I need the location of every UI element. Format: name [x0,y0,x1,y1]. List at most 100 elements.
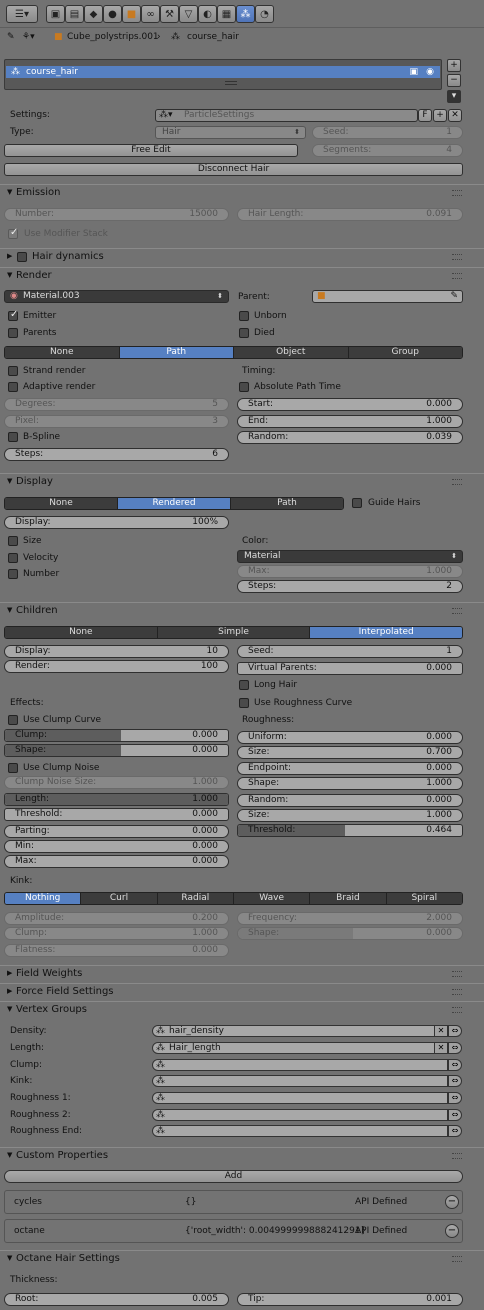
list-menu-button[interactable]: ▾ [447,90,461,103]
force-field-panel-header[interactable]: ▶ Force Field Settings [0,983,484,999]
invert-group-icon[interactable]: ⇔ [448,1025,462,1037]
b-spline-checkbox[interactable] [8,432,18,442]
vertex-group-field[interactable]: ⁂ [152,1109,448,1121]
vertex-group-field[interactable]: ⁂ [152,1092,448,1104]
tab-nothing[interactable]: Nothing [5,893,82,904]
editor-type-icon[interactable]: ☰▾ [6,5,38,23]
add-property-button[interactable]: Add [4,1170,463,1183]
rough-random-field[interactable]: Random: 0.000 [237,794,463,807]
vertex-group-field[interactable]: ⁂ [152,1059,448,1071]
clear-group-icon[interactable]: ✕ [434,1025,448,1037]
render-layers-icon[interactable]: ▤ [65,5,84,23]
number-field[interactable]: Number: 15000 [4,208,229,221]
settings-browse-icon[interactable]: ⁂▾ [159,110,173,121]
color-dropdown[interactable]: Material ⬍ [237,550,463,563]
list-item[interactable]: ⁂ course_hair ▣ ◉ [6,66,440,78]
uniform-field[interactable]: Uniform: 0.000 [237,731,463,744]
invert-group-icon[interactable]: ⇔ [448,1075,462,1087]
tab-group[interactable]: Group [348,347,462,358]
world-icon[interactable]: ● [103,5,122,23]
children-panel-header[interactable]: ▼ Children [0,602,484,618]
texture-icon[interactable]: ▦ [217,5,236,23]
vertex-group-field[interactable]: ⁂ [152,1075,448,1087]
invert-group-icon[interactable]: ⇔ [448,1092,462,1104]
tip-field[interactable]: Tip: 0.001 [237,1293,463,1306]
random-field[interactable]: Random: 0.039 [237,431,463,444]
end-field[interactable]: End: 1.000 [237,415,463,428]
emitter-checkbox[interactable] [8,309,18,321]
use-roughness-curve-checkbox[interactable] [239,698,249,708]
object-icon[interactable]: ■ [122,5,141,23]
panel-grip-icon[interactable] [452,1007,462,1013]
panel-grip-icon[interactable] [452,989,462,995]
free-edit-button[interactable]: Free Edit [4,144,298,157]
render-panel-header[interactable]: ▼ Render [0,267,484,283]
length-field[interactable]: Length: 1.000 [4,793,229,806]
child-render-field[interactable]: Render: 100 [4,660,229,673]
invert-group-icon[interactable]: ⇔ [448,1125,462,1137]
invert-group-icon[interactable]: ⇔ [448,1109,462,1121]
tab-simple[interactable]: Simple [157,627,311,638]
disconnect-hair-button[interactable]: Disconnect Hair [4,163,463,176]
amplitude-field[interactable]: Amplitude: 0.200 [4,912,229,925]
vertex-group-field[interactable]: ⁂ [152,1125,448,1137]
clump-field[interactable]: Clump: 0.000 [4,729,229,742]
tab-object[interactable]: Object [234,347,349,358]
add-slot-button[interactable]: + [447,59,461,72]
seed-field[interactable]: Seed: 1 [312,126,463,139]
parent-field[interactable]: ■ ✎ [312,290,463,303]
adaptive-render-checkbox[interactable] [8,382,18,392]
panel-grip-icon[interactable] [452,254,462,260]
tab-curl[interactable]: Curl [81,893,158,904]
remove-property-icon[interactable]: − [445,1224,459,1238]
particle-system-list[interactable]: ⁂ course_hair ▣ ◉ [4,59,442,90]
degrees-field[interactable]: Degrees: 5 [4,398,229,411]
material-dropdown[interactable]: ◉ Material.003 ⬍ [4,290,229,303]
particle-settings-field[interactable]: ⁂▾ ParticleSettings [155,109,418,122]
panel-grip-icon[interactable] [452,608,462,614]
size-checkbox[interactable] [8,536,18,546]
clump-shape-field[interactable]: Shape: 0.000 [4,744,229,757]
scene-icon[interactable]: ◆ [84,5,103,23]
panel-grip-icon[interactable] [452,1153,462,1159]
hair-length-field[interactable]: Hair Length: 0.091 [237,208,463,221]
virtual-parents-field[interactable]: Virtual Parents: 0.000 [237,662,463,675]
new-settings-icon[interactable]: + [433,109,447,122]
custom-properties-panel-header[interactable]: ▼ Custom Properties [0,1147,484,1163]
emission-panel-header[interactable]: ▼ Emission [0,184,484,200]
unlink-settings-icon[interactable]: ✕ [448,109,462,122]
tab-none[interactable]: None [5,627,158,638]
invert-group-icon[interactable]: ⇔ [448,1059,462,1071]
hair-dynamics-panel-header[interactable]: ▶ Hair dynamics [0,248,484,264]
clump-noise-size-field[interactable]: Clump Noise Size: 1.000 [4,776,229,789]
max-field[interactable]: Max: 1.000 [237,565,463,578]
remove-slot-button[interactable]: − [447,74,461,87]
clear-group-icon[interactable]: ✕ [434,1042,448,1054]
pixel-field[interactable]: Pixel: 3 [4,415,229,428]
visibility-eye-icon[interactable]: ◉ [426,66,434,78]
tab-wave[interactable]: Wave [233,893,311,904]
panel-grip-icon[interactable] [452,190,462,196]
endpoint-shape-field[interactable]: Shape: 1.000 [237,777,463,790]
remove-property-icon[interactable]: − [445,1195,459,1209]
died-checkbox[interactable] [239,328,249,338]
display-percent-field[interactable]: Display: 100% [4,516,229,529]
tab-path[interactable]: Path [119,347,234,358]
segments-field[interactable]: Segments: 4 [312,144,463,157]
length-threshold-field[interactable]: Threshold: 0.000 [4,808,229,821]
root-field[interactable]: Root: 0.005 [4,1293,229,1306]
vertex-group-field[interactable]: ⁂ Hair_length [152,1042,435,1054]
steps-field[interactable]: Steps: 6 [4,448,229,461]
panel-grip-icon[interactable] [452,479,462,485]
vertex-group-field[interactable]: ⁂ hair_density [152,1025,435,1037]
panel-grip-icon[interactable] [452,1256,462,1262]
panel-grip-icon[interactable] [452,273,462,279]
hair-dynamics-checkbox[interactable] [17,252,27,262]
velocity-checkbox[interactable] [8,553,18,563]
tab-radial[interactable]: Radial [157,893,234,904]
particles-icon[interactable]: ⁂ [236,5,255,23]
tab-interpolated[interactable]: Interpolated [310,627,462,638]
random-size-field[interactable]: Size: 1.000 [237,809,463,822]
long-hair-checkbox[interactable] [239,680,249,690]
modifiers-icon[interactable]: ⚒ [160,5,179,23]
